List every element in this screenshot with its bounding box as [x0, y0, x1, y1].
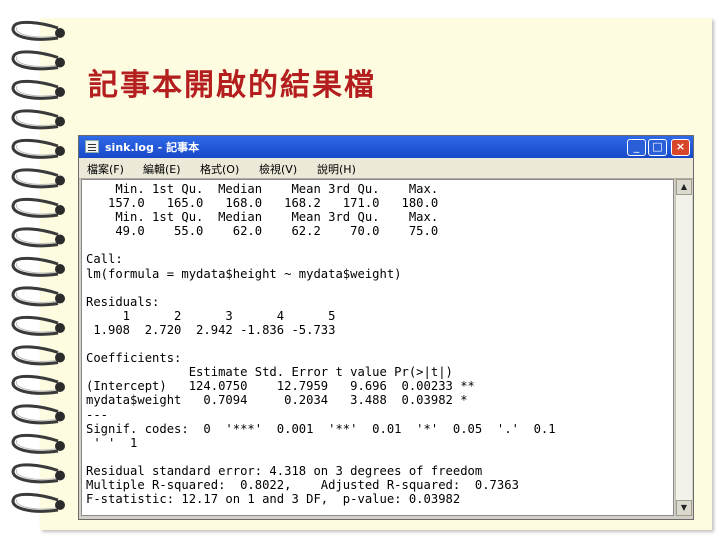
editor-line: F-statistic: 12.17 on 1 and 3 DF, p-valu… [86, 492, 461, 507]
spiral-ring-icon [11, 50, 65, 71]
menu-view[interactable]: 檢視(V) [259, 161, 297, 177]
spiral-ring-icon [11, 463, 65, 484]
window-titlebar[interactable]: sink.log - 記事本 _ □ × [79, 136, 693, 158]
menu-help[interactable]: 說明(H) [317, 161, 356, 177]
text-editor[interactable]: Min. 1st Qu. Median Mean 3rd Qu. Max. 15… [81, 179, 674, 516]
spiral-ring-icon [11, 315, 65, 336]
scroll-up-button[interactable]: ▲ [676, 179, 692, 195]
editor-line: Min. 1st Qu. Median Mean 3rd Qu. Max. [86, 210, 439, 225]
editor-line: lm(formula = mydata$height ~ mydata$weig… [86, 266, 402, 281]
spiral-ring-icon [11, 20, 65, 41]
spiral-ring-icon [11, 492, 65, 513]
notepad-window: sink.log - 記事本 _ □ × 檔案(F) 編輯(E) 格式(O) 檢… [78, 135, 694, 520]
spiral-ring-icon [11, 345, 65, 366]
editor-line: 157.0 165.0 168.0 168.2 171.0 180.0 [86, 196, 439, 211]
editor-line: Estimate Std. Error t value Pr(>|t|) [86, 365, 453, 380]
spiral-ring-icon [11, 404, 65, 425]
editor-line: Residual standard error: 4.318 on 3 degr… [86, 463, 483, 478]
spiral-ring-icon [11, 109, 65, 130]
editor-line: Coefficients: [86, 351, 182, 366]
spiral-ring-icon [11, 286, 65, 307]
spiral-ring-icon [11, 256, 65, 277]
spiral-ring-icon [11, 227, 65, 248]
slide-title: 記事本開啟的結果檔 [88, 68, 376, 103]
editor-text: Min. 1st Qu. Median Mean 3rd Qu. Max. 15… [82, 180, 673, 506]
editor-line: ' ' 1 [86, 435, 138, 450]
editor-line: Multiple R-squared: 0.8022, Adjusted R-s… [86, 477, 519, 492]
spiral-binding [11, 20, 65, 513]
spiral-ring-icon [11, 138, 65, 159]
spiral-ring-icon [11, 374, 65, 395]
editor-line: (Intercept) 124.0750 12.7959 9.696 0.002… [86, 379, 475, 394]
editor-line: Signif. codes: 0 '***' 0.001 '**' 0.01 '… [86, 421, 556, 436]
spiral-ring-icon [11, 79, 65, 100]
editor-line: --- [86, 407, 109, 422]
menu-edit[interactable]: 編輯(E) [143, 161, 181, 177]
close-button[interactable]: × [671, 139, 690, 156]
maximize-button[interactable]: □ [648, 139, 667, 156]
scroll-down-button[interactable]: ▼ [676, 500, 692, 516]
editor-line: Min. 1st Qu. Median Mean 3rd Qu. Max. [86, 182, 439, 196]
notepad-icon [85, 140, 99, 153]
spiral-ring-icon [11, 197, 65, 218]
spiral-ring-icon [11, 168, 65, 189]
editor-line: mydata$weight 0.7094 0.2034 3.488 0.0398… [86, 393, 468, 408]
spiral-ring-icon [11, 433, 65, 454]
vertical-scrollbar[interactable]: ▲ ▼ [675, 179, 692, 516]
window-title: sink.log - 記事本 [105, 141, 200, 154]
menu-bar: 檔案(F) 編輯(E) 格式(O) 檢視(V) 說明(H) [79, 158, 693, 179]
editor-line: Call: [86, 252, 123, 267]
menu-format[interactable]: 格式(O) [200, 161, 239, 177]
editor-line: Residuals: [86, 294, 160, 309]
menu-file[interactable]: 檔案(F) [87, 161, 124, 177]
editor-line: 49.0 55.0 62.0 62.2 70.0 75.0 [86, 224, 439, 239]
editor-line: 1.908 2.720 2.942 -1.836 -5.733 [86, 322, 336, 337]
editor-line: 1 2 3 4 5 [86, 308, 336, 323]
minimize-button[interactable]: _ [627, 139, 646, 156]
